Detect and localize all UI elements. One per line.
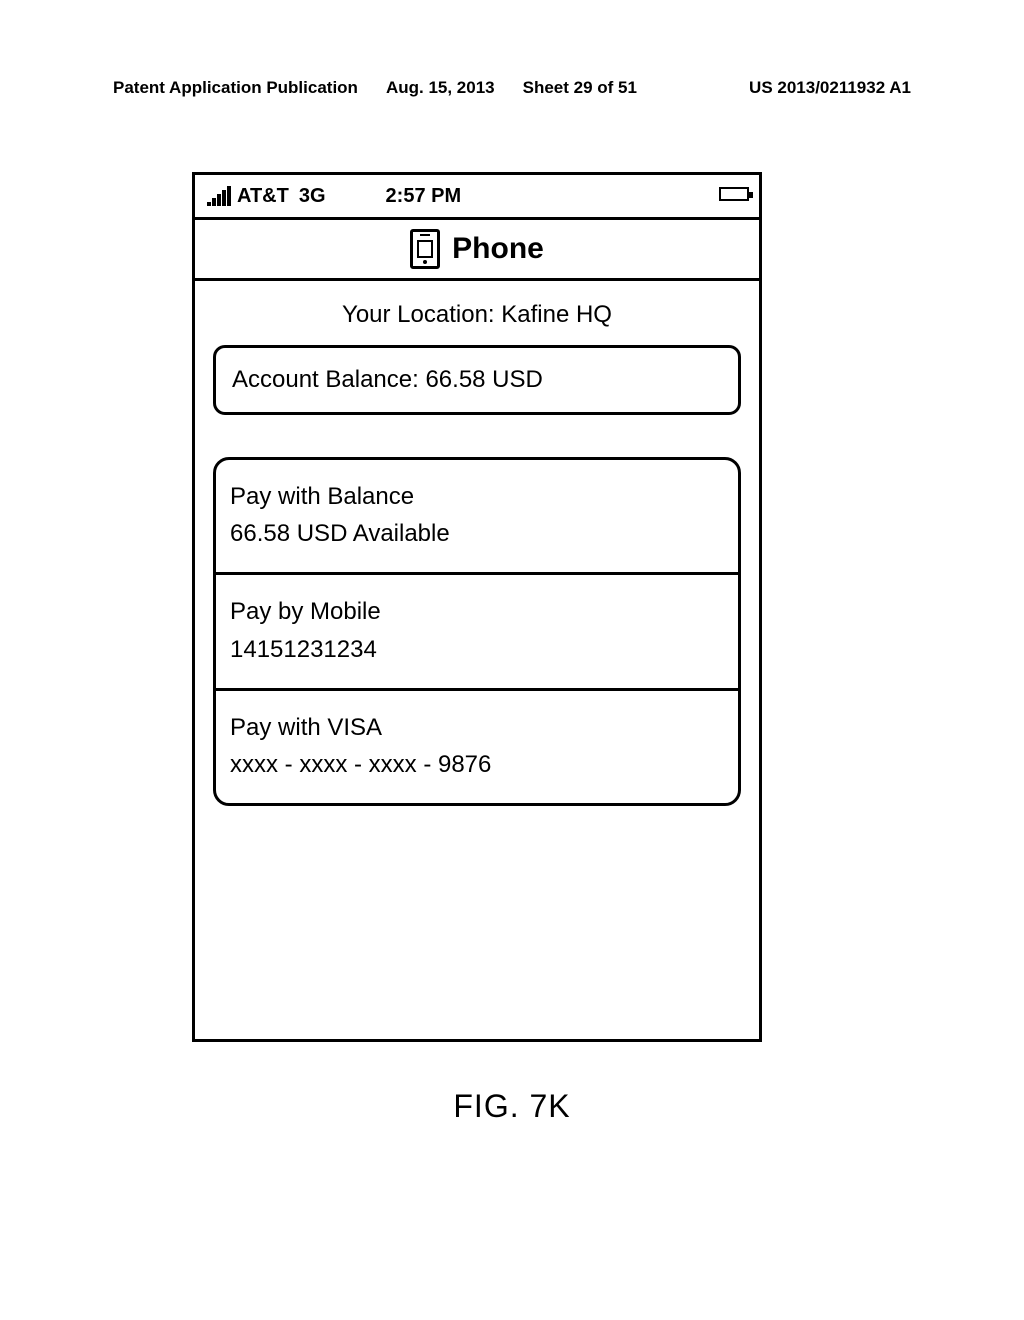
balance-amount: 66.58 USD [425,366,542,393]
location-name: Kafine HQ [501,301,612,328]
balance-label: Account Balance: [232,366,425,393]
option-subtitle: 66.58 USD Available [230,515,724,552]
pay-by-mobile-option[interactable]: Pay by Mobile 14151231234 [216,572,738,687]
network-label: 3G [299,185,326,208]
publication-date: Aug. 15, 2013 [386,78,495,98]
payment-options: Pay with Balance 66.58 USD Available Pay… [213,457,741,806]
status-bar: AT&T 3G 2:57 PM [195,175,759,217]
carrier-label: AT&T [237,185,289,208]
pay-with-visa-option[interactable]: Pay with VISA xxxx - xxxx - xxxx - 9876 [216,688,738,803]
phone-mockup: AT&T 3G 2:57 PM Phone Your Location: Kaf… [192,172,762,1042]
option-title: Pay with Balance [230,478,724,515]
option-subtitle: 14151231234 [230,631,724,668]
battery-icon [719,187,749,201]
publication-number: US 2013/0211932 A1 [749,78,911,98]
account-balance-box: Account Balance: 66.58 USD [213,345,741,415]
location-prefix: Your Location: [342,301,501,328]
signal-icon [207,186,231,206]
option-subtitle: xxxx - xxxx - xxxx - 9876 [230,746,724,783]
option-title: Pay with VISA [230,709,724,746]
phone-icon [410,229,440,269]
page-title: Phone [452,232,544,266]
title-bar: Phone [195,217,759,281]
publication-label: Patent Application Publication [113,78,358,98]
page-header: Patent Application Publication Aug. 15, … [113,78,911,98]
location-row: Your Location: Kafine HQ [195,281,759,345]
clock-label: 2:57 PM [386,185,462,208]
sheet-number: Sheet 29 of 51 [523,78,637,98]
figure-caption: FIG. 7K [0,1088,1024,1125]
pay-with-balance-option[interactable]: Pay with Balance 66.58 USD Available [216,460,738,572]
option-title: Pay by Mobile [230,593,724,630]
